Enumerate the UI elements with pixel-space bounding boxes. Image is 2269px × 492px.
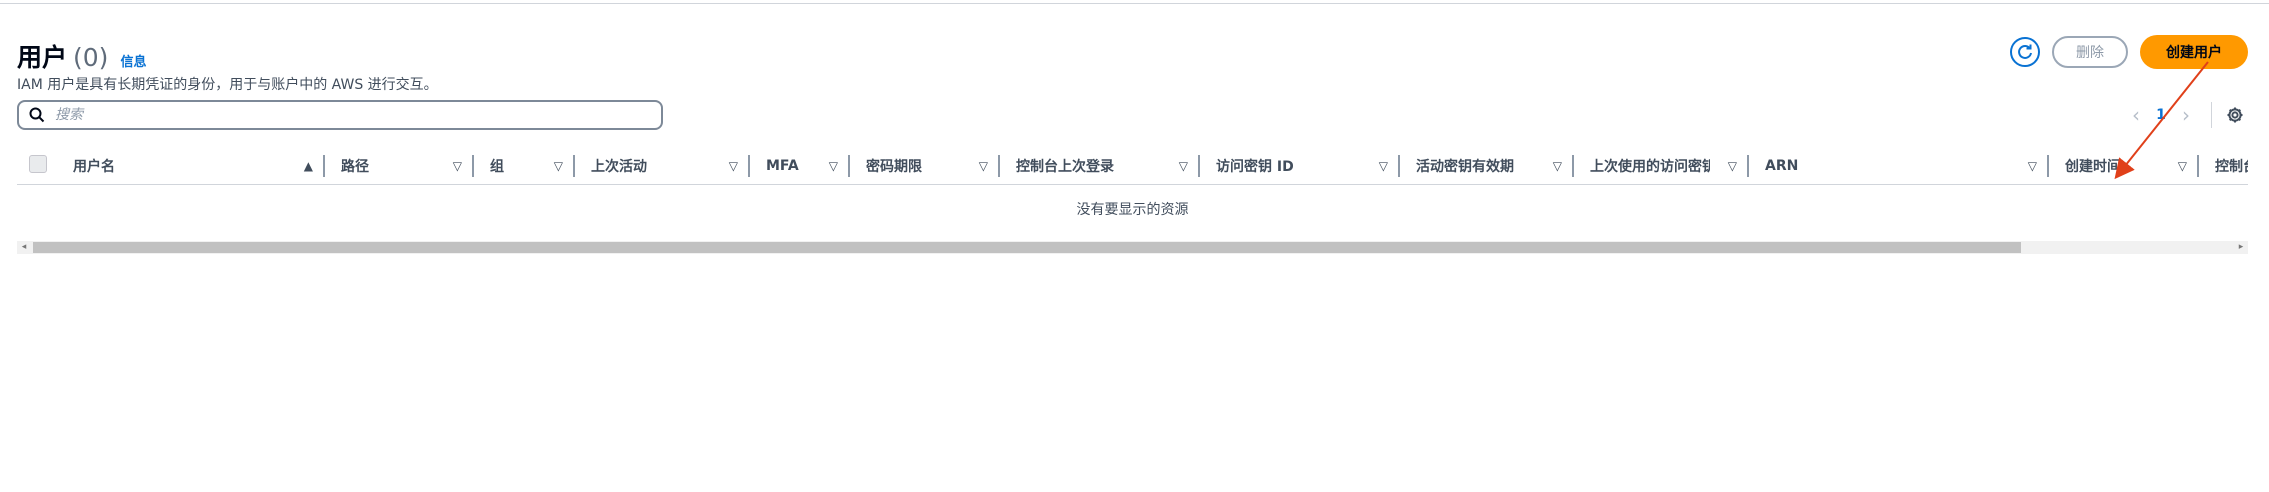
column-header-arn[interactable]: ARN ▽	[1749, 148, 2049, 184]
column-label: 控制台上次登录	[1016, 159, 1114, 175]
current-page[interactable]: 1	[2151, 107, 2171, 123]
sort-icon: ▽	[553, 159, 563, 173]
page-title: 用户	[17, 43, 68, 72]
column-header-console-access[interactable]: 控制台访问	[2199, 148, 2248, 184]
empty-state-message: 没有要显示的资源	[1076, 202, 1189, 218]
info-link[interactable]: 信息	[120, 51, 146, 70]
column-header-creation-time[interactable]: 创建时间 ▽	[2049, 148, 2199, 184]
iam-users-page: 用户 (0) 信息 IAM 用户是具有长期凭证的身份，用于与账户中的 AWS 进…	[0, 0, 2269, 492]
pager-divider	[2211, 102, 2212, 128]
header: 用户 (0) 信息	[17, 38, 146, 74]
delete-button[interactable]: 删除	[2052, 36, 2128, 68]
column-header-mfa[interactable]: MFA ▽	[750, 148, 850, 184]
column-label: 上次活动	[591, 159, 647, 175]
pagination: ‹ 1 ›	[2121, 100, 2248, 130]
column-header-last-activity[interactable]: 上次活动 ▽	[575, 148, 750, 184]
previous-page-icon[interactable]: ‹	[2121, 103, 2151, 127]
sort-icon: ▽	[2177, 159, 2187, 173]
top-divider	[0, 3, 2269, 4]
sort-icon: ▽	[1178, 159, 1188, 173]
sort-icon: ▽	[2027, 159, 2037, 173]
column-header-console-last-sign-in[interactable]: 控制台上次登录 ▽	[1000, 148, 1200, 184]
column-header-access-key-id[interactable]: 访问密钥 ID ▽	[1200, 148, 1400, 184]
column-label: ARN	[1765, 158, 1799, 174]
sort-icon: ▽	[828, 159, 838, 173]
column-label: 组	[490, 159, 504, 175]
sort-ascending-icon: ▲	[303, 159, 313, 173]
refresh-button[interactable]	[2010, 37, 2040, 67]
column-label: 上次使用的访问密钥	[1590, 159, 1710, 175]
column-header-password-age[interactable]: 密码期限 ▽	[850, 148, 1000, 184]
table-header: 用户名 ▲ 路径 ▽ 组 ▽ 上次活动 ▽ MFA ▽ 密码期限 ▽ 控制台上次…	[17, 148, 2248, 184]
column-label: 访问密钥 ID	[1216, 159, 1294, 175]
sort-icon: ▽	[1378, 159, 1388, 173]
user-count: (0)	[73, 43, 109, 72]
column-header-groups[interactable]: 组 ▽	[474, 148, 575, 184]
column-label: 创建时间	[2065, 159, 2121, 175]
scrollbar-thumb[interactable]	[33, 242, 2021, 253]
table-settings-button[interactable]	[2222, 106, 2248, 124]
header-actions: 删除 创建用户	[2010, 35, 2248, 69]
column-label: 密码期限	[866, 159, 922, 175]
refresh-icon	[2018, 44, 2032, 59]
column-label: 控制台访问	[2215, 159, 2248, 175]
search-input[interactable]	[53, 106, 637, 124]
column-header-path[interactable]: 路径 ▽	[325, 148, 474, 184]
sort-icon: ▽	[1727, 159, 1737, 173]
gear-icon	[2227, 107, 2243, 123]
column-header-username[interactable]: 用户名 ▲	[57, 148, 325, 184]
create-user-button[interactable]: 创建用户	[2140, 35, 2248, 69]
sort-icon: ▽	[978, 159, 988, 173]
column-label: 活动密钥有效期	[1416, 159, 1514, 175]
next-page-icon[interactable]: ›	[2171, 103, 2201, 127]
users-table: 用户名 ▲ 路径 ▽ 组 ▽ 上次活动 ▽ MFA ▽ 密码期限 ▽ 控制台上次…	[17, 148, 2248, 185]
search-box	[17, 100, 663, 130]
column-header-access-key-last-used[interactable]: 上次使用的访问密钥 ▽	[1574, 148, 1749, 184]
column-label: 用户名	[73, 159, 115, 175]
select-all-checkbox[interactable]	[29, 155, 47, 173]
scroll-right-icon[interactable]: ▸	[2234, 241, 2248, 254]
page-description: IAM 用户是具有长期凭证的身份，用于与账户中的 AWS 进行交互。	[17, 77, 438, 93]
sort-icon: ▽	[1552, 159, 1562, 173]
sort-icon: ▽	[452, 159, 462, 173]
sort-icon: ▽	[728, 159, 738, 173]
scroll-left-icon[interactable]: ◂	[17, 241, 31, 254]
horizontal-scrollbar[interactable]: ◂ ▸	[17, 241, 2248, 254]
column-header-active-key-age[interactable]: 活动密钥有效期 ▽	[1400, 148, 1574, 184]
search-icon	[29, 107, 45, 123]
column-label: 路径	[341, 159, 369, 175]
column-label: MFA	[766, 158, 799, 174]
